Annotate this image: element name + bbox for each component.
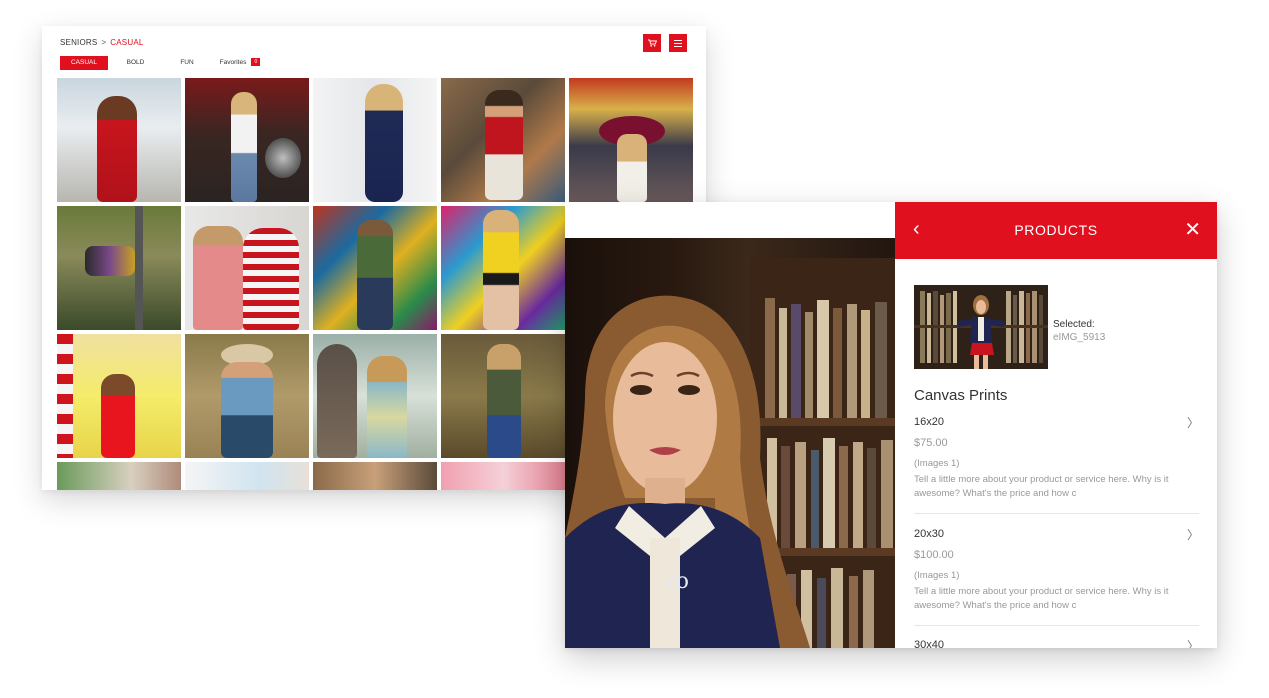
chevron-right-icon[interactable]: 〉 bbox=[1187, 639, 1199, 648]
products-panel: ‹ PRODUCTS ✕ Selected: eIMG_5913 Canvas … bbox=[895, 202, 1217, 648]
section-title: Canvas Prints bbox=[914, 387, 1008, 404]
slide-rail bbox=[57, 334, 73, 458]
panel-title: PRODUCTS bbox=[1014, 222, 1098, 238]
cart-icon bbox=[647, 39, 657, 47]
product-item-16x20[interactable]: 16x20 $75.00 (Images 1) Tell a little mo… bbox=[914, 416, 1199, 516]
photo-thumbnail[interactable] bbox=[313, 334, 437, 458]
photo-figure bbox=[101, 374, 135, 458]
photo-thumbnail[interactable] bbox=[441, 462, 565, 490]
photo-thumbnail[interactable] bbox=[57, 462, 181, 490]
chevron-right-icon[interactable]: 〉 bbox=[1187, 414, 1199, 431]
photo-thumbnail[interactable] bbox=[57, 78, 181, 202]
selected-thumbnail bbox=[914, 285, 1048, 369]
photo-figure bbox=[617, 134, 647, 202]
photo-figure bbox=[367, 356, 407, 458]
photo-figure bbox=[483, 210, 519, 330]
product-description: Tell a little more about your product or… bbox=[914, 474, 1169, 499]
svg-text:ꝏ: ꝏ bbox=[667, 569, 689, 594]
breadcrumb-current: CASUAL bbox=[110, 38, 144, 47]
photo-figure bbox=[97, 96, 137, 202]
photo-thumbnail[interactable] bbox=[185, 462, 309, 490]
chevron-right-icon[interactable]: 〉 bbox=[1187, 526, 1199, 543]
photo-thumbnail[interactable] bbox=[441, 206, 565, 330]
selected-label: Selected: bbox=[1053, 319, 1095, 330]
tab-fun[interactable]: FUN bbox=[163, 56, 211, 70]
menu-button[interactable] bbox=[669, 34, 687, 52]
product-image-count: (Images 1) bbox=[914, 458, 960, 469]
menu-icon bbox=[674, 39, 682, 47]
photo-figure bbox=[243, 228, 299, 330]
photo-thumbnail[interactable] bbox=[313, 462, 437, 490]
drum-shape bbox=[265, 138, 301, 178]
photo-figure bbox=[231, 92, 257, 202]
photo-thumbnail[interactable] bbox=[57, 206, 181, 330]
product-item-30x40[interactable]: 30x40 〉 bbox=[914, 639, 1199, 648]
photo-figure bbox=[357, 220, 393, 330]
photo-thumbnail[interactable] bbox=[313, 78, 437, 202]
tab-favorites-label: Favorites bbox=[219, 59, 247, 66]
category-tabs: CASUAL BOLD FUN Favorites 0 bbox=[60, 56, 269, 70]
horse-shape bbox=[317, 344, 357, 458]
thumbnail-illustration bbox=[914, 285, 1048, 369]
product-image-count: (Images 1) bbox=[914, 570, 960, 581]
product-price: $75.00 bbox=[914, 437, 948, 449]
photo-figure bbox=[487, 344, 521, 458]
panel-header: ‹ PRODUCTS ✕ bbox=[895, 202, 1217, 259]
photo-viewer-window: ꝏ ‹ PRODUCTS ✕ Selected: eIMG_5913 Canva… bbox=[565, 202, 1217, 648]
divider bbox=[914, 513, 1199, 514]
photo-thumbnail[interactable] bbox=[569, 78, 693, 202]
breadcrumb: SENIORS > CASUAL bbox=[60, 38, 144, 47]
tab-favorites[interactable]: Favorites 0 bbox=[211, 56, 269, 70]
product-price: $100.00 bbox=[914, 549, 954, 561]
photo-thumbnail[interactable] bbox=[185, 334, 309, 458]
photo-figure bbox=[365, 84, 403, 202]
product-size: 30x40 bbox=[914, 639, 944, 648]
photo-figure bbox=[485, 90, 523, 200]
selected-photo: ꝏ bbox=[565, 238, 895, 648]
divider bbox=[914, 625, 1199, 626]
photo-thumbnail[interactable] bbox=[441, 78, 565, 202]
photo-figure bbox=[85, 246, 135, 276]
product-size: 16x20 bbox=[914, 416, 944, 428]
photo-figure bbox=[193, 226, 243, 330]
photo-thumbnail[interactable] bbox=[57, 334, 181, 458]
photo-figure bbox=[221, 362, 273, 458]
portrait-illustration: ꝏ bbox=[565, 258, 895, 648]
photo-thumbnail[interactable] bbox=[313, 206, 437, 330]
tab-casual[interactable]: CASUAL bbox=[60, 56, 108, 70]
breadcrumb-parent[interactable]: SENIORS bbox=[60, 38, 97, 47]
product-description: Tell a little more about your product or… bbox=[914, 586, 1169, 611]
product-item-20x30[interactable]: 20x30 $100.00 (Images 1) Tell a little m… bbox=[914, 528, 1199, 628]
pole-shape bbox=[135, 206, 143, 330]
photo-thumbnail[interactable] bbox=[185, 206, 309, 330]
favorites-count-badge: 0 bbox=[251, 58, 261, 67]
product-size: 20x30 bbox=[914, 528, 944, 540]
photo-thumbnail[interactable] bbox=[185, 78, 309, 202]
breadcrumb-separator: > bbox=[101, 38, 107, 47]
cart-button[interactable] bbox=[643, 34, 661, 52]
photo-thumbnail[interactable] bbox=[441, 334, 565, 458]
selected-image-name: eIMG_5913 bbox=[1053, 332, 1106, 343]
close-icon[interactable]: ✕ bbox=[1184, 202, 1201, 259]
tab-bold[interactable]: BOLD bbox=[108, 56, 163, 70]
